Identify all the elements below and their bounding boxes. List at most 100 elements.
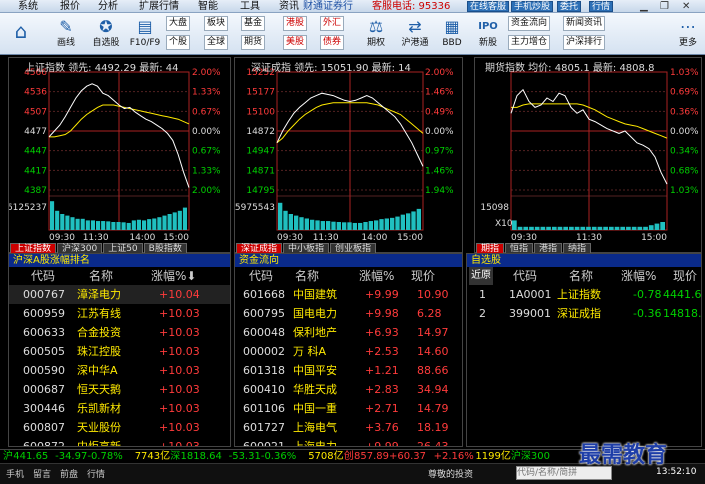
tool-fund-flow[interactable]: 资金流向 xyxy=(508,16,551,31)
bottom-mobile[interactable]: 手机 xyxy=(6,467,24,480)
chart0-volume-bar xyxy=(55,210,60,230)
col-name[interactable]: 名称 xyxy=(569,267,593,285)
online-service-button[interactable]: 在线客服 xyxy=(467,1,510,12)
hk-icon: ⇄ xyxy=(408,17,422,36)
table-row[interactable]: 600633 合金投资 +10.03 xyxy=(9,323,230,342)
chart-futures[interactable]: 15098 1.03% 0.69% 0.36% 0.00% 0.34% 0.68% 1.03%… xyxy=(474,57,702,253)
table-row[interactable]: 000002 万 科A +2.53 14.60 xyxy=(235,342,462,361)
tool-market[interactable]: 大盘 xyxy=(166,16,191,31)
f10-button[interactable]: ▤ F10/F9 xyxy=(128,16,162,52)
stock-name: 江苏有线 xyxy=(77,307,121,320)
chart-futures-title: 期货指数 均价: 4805.1 最新: 4808.8 xyxy=(485,63,655,74)
minimize-icon[interactable]: ▁ xyxy=(640,0,648,12)
stock-price: 14818.64 xyxy=(663,307,702,320)
status-value: 创 xyxy=(343,451,354,462)
tool-news[interactable]: 新闻资讯 xyxy=(563,16,606,31)
stock-code: 600048 xyxy=(243,326,285,339)
tool-forex[interactable]: 外汇 xyxy=(320,16,345,31)
table-row[interactable]: 2 399001 深证成指 -0.3614818.64 xyxy=(467,304,701,323)
menu-analysis[interactable]: 分析 xyxy=(98,0,118,12)
table-row[interactable]: 600795 国电电力 +9.98 6.28 xyxy=(235,304,462,323)
stock-name: 国电电力 xyxy=(293,307,337,320)
table-row[interactable]: 600872 中炬高新 +10.03 xyxy=(9,437,230,446)
option-button[interactable]: ⚖ 期权 xyxy=(360,16,392,52)
chart1-volume-bar xyxy=(379,219,384,230)
bottom-premarket[interactable]: 前盘 xyxy=(60,467,78,480)
chart2-right-tick: 0.00% xyxy=(670,127,699,137)
draw-line-button[interactable]: ✎ 画线 xyxy=(50,16,82,52)
chart0-volume-bar xyxy=(90,220,95,230)
stock-change: +1.21 xyxy=(365,364,399,377)
quote-button[interactable]: 行情 xyxy=(589,1,614,12)
restore-icon[interactable]: ❐ xyxy=(660,0,669,12)
tool-main-add[interactable]: 主力增仓 xyxy=(508,35,551,50)
tool-us[interactable]: 美股 xyxy=(283,35,308,50)
tool-stock[interactable]: 个股 xyxy=(166,35,191,50)
chart0-volume-bar xyxy=(65,215,70,230)
chart0-volume-bar xyxy=(157,217,162,230)
chart-sh-index[interactable]: 4566 4536 4507 4477 4447 4417 4387 6125237 2.00%… xyxy=(8,57,231,253)
close-icon[interactable]: ✕ xyxy=(682,0,690,12)
mobile-trade-button[interactable]: 手机炒股 xyxy=(511,1,554,12)
chart-sz-index[interactable]: 15252 15177 15100 14872 14947 14871 14795 59755… xyxy=(234,57,463,253)
chart0-volume-bar xyxy=(116,222,121,230)
chart0-right-tick: 2.00% xyxy=(192,186,221,196)
tool-bond[interactable]: 债券 xyxy=(320,35,345,50)
table-row[interactable]: 601668 中国建筑 +9.99 10.90 xyxy=(235,285,462,304)
chart1-right-tick: 0.00% xyxy=(425,127,454,137)
menu-smart[interactable]: 智能 xyxy=(198,0,218,12)
hk-connect-button[interactable]: ⇄ 沪港通 xyxy=(396,16,434,52)
table-row[interactable]: 601106 中国一重 +2.71 14.79 xyxy=(235,399,462,418)
col-change[interactable]: 涨幅%⬇ xyxy=(151,267,196,285)
stock-name: 天业股份 xyxy=(77,421,121,434)
ipo-button[interactable]: IPO 新股 xyxy=(472,16,504,52)
col-name[interactable]: 名称 xyxy=(295,267,319,285)
col-code[interactable]: 代码 xyxy=(31,267,55,285)
table-row[interactable]: 600048 保利地产 +6.93 14.97 xyxy=(235,323,462,342)
col-price[interactable]: 现价 xyxy=(673,267,697,285)
chart2-volume-bar xyxy=(586,226,591,230)
order-button[interactable]: 委托 xyxy=(557,1,582,12)
col-change[interactable]: 涨幅% xyxy=(621,267,656,285)
home-button[interactable]: ⌂ xyxy=(6,16,36,52)
menu-system[interactable]: 系统 xyxy=(18,0,38,12)
more-button[interactable]: ⋯ 更多 xyxy=(674,16,702,52)
chart0-volume-bar xyxy=(152,218,157,230)
table-row[interactable]: 600959 江苏有线 +10.03 xyxy=(9,304,230,323)
menu-tools[interactable]: 工具 xyxy=(240,0,260,12)
table-row[interactable]: 600410 华胜天成 +2.83 34.94 xyxy=(235,380,462,399)
stock-price: 14.60 xyxy=(417,345,449,358)
tool-fund[interactable]: 基金 xyxy=(241,16,266,31)
col-price[interactable]: 现价 xyxy=(411,267,435,285)
tool-futures[interactable]: 期货 xyxy=(241,35,266,50)
bottom-message[interactable]: 留言 xyxy=(33,467,51,480)
doc-icon: ▤ xyxy=(137,17,153,36)
table-row[interactable]: 601727 上海电气 +3.76 18.19 xyxy=(235,418,462,437)
table-row[interactable]: 000687 恒天天鹅 +10.03 xyxy=(9,380,230,399)
table-row[interactable]: 1 1A0001 上证指数 -0.784441.65 xyxy=(467,285,701,304)
menu-news[interactable]: 资讯 xyxy=(279,0,299,12)
table-row[interactable]: 601318 中国平安 +1.21 88.66 xyxy=(235,361,462,380)
table-row[interactable]: 300446 乐凯新材 +10.03 xyxy=(9,399,230,418)
table-row[interactable]: 600807 天业股份 +10.03 xyxy=(9,418,230,437)
tool-hk[interactable]: 港股 xyxy=(283,16,308,31)
stock-change: +3.76 xyxy=(365,421,399,434)
menu-ext-quote[interactable]: 扩展行情 xyxy=(139,0,179,12)
tool-sector[interactable]: 板块 xyxy=(204,16,229,31)
menu-quote[interactable]: 报价 xyxy=(60,0,80,12)
table-row[interactable]: 000767 漳泽电力 +10.04 xyxy=(9,285,230,304)
table-row[interactable]: 600021 上海电力 +9.99 26.43 xyxy=(235,437,462,446)
stock-name: 上海电气 xyxy=(293,421,337,434)
watchlist-button[interactable]: ✪ 自选股 xyxy=(88,16,124,52)
bottom-quote[interactable]: 行情 xyxy=(87,467,105,480)
tool-ranking[interactable]: 沪深排行 xyxy=(563,35,606,50)
tool-global[interactable]: 全球 xyxy=(204,35,229,50)
bbd-button[interactable]: ▦ BBD xyxy=(436,16,468,52)
col-change[interactable]: 涨幅% xyxy=(359,267,394,285)
col-code[interactable]: 代码 xyxy=(513,267,537,285)
col-name[interactable]: 名称 xyxy=(89,267,113,285)
table-row[interactable]: 000590 深中华A +10.03 xyxy=(9,361,230,380)
table-row[interactable]: 600505 珠江控股 +10.03 xyxy=(9,342,230,361)
col-code[interactable]: 代码 xyxy=(249,267,273,285)
recent-tab[interactable]: 近原 xyxy=(469,267,493,285)
